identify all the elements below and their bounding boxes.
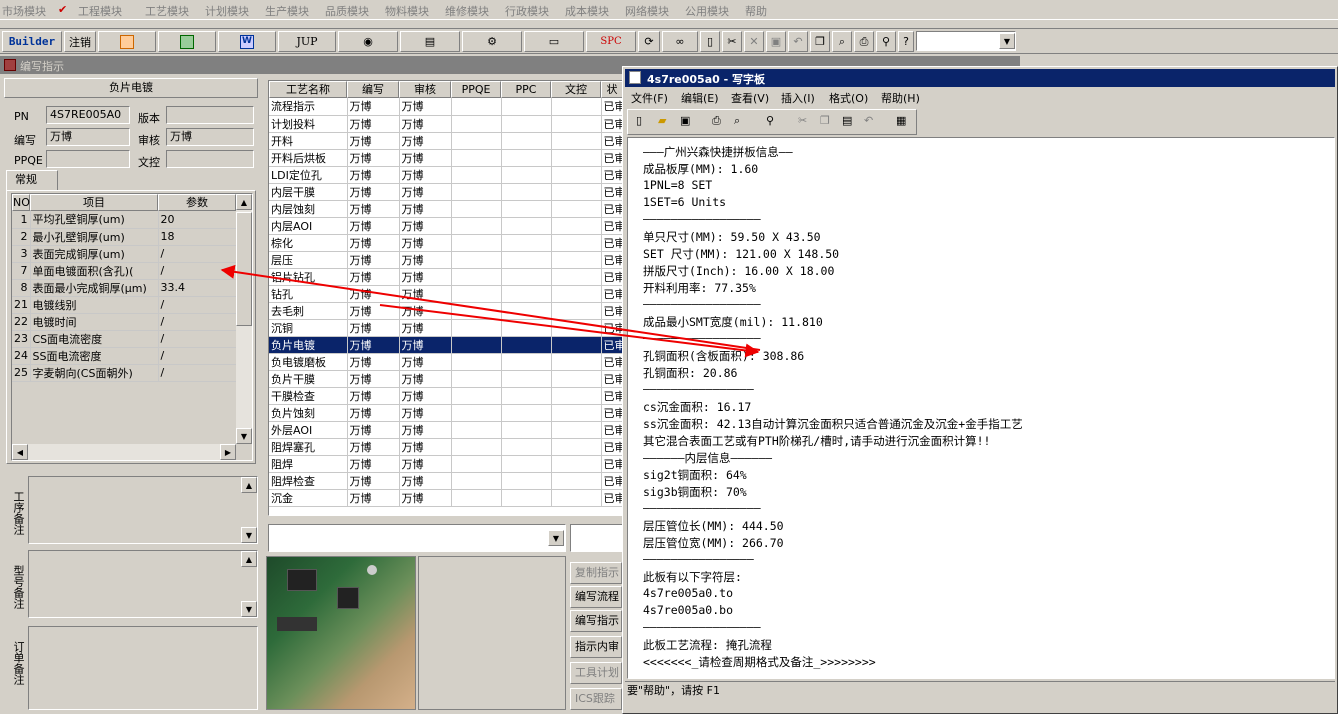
arrow-to-doc bbox=[379, 304, 760, 358]
annotation-arrows bbox=[220, 264, 761, 358]
arrow-to-params bbox=[220, 264, 761, 351]
